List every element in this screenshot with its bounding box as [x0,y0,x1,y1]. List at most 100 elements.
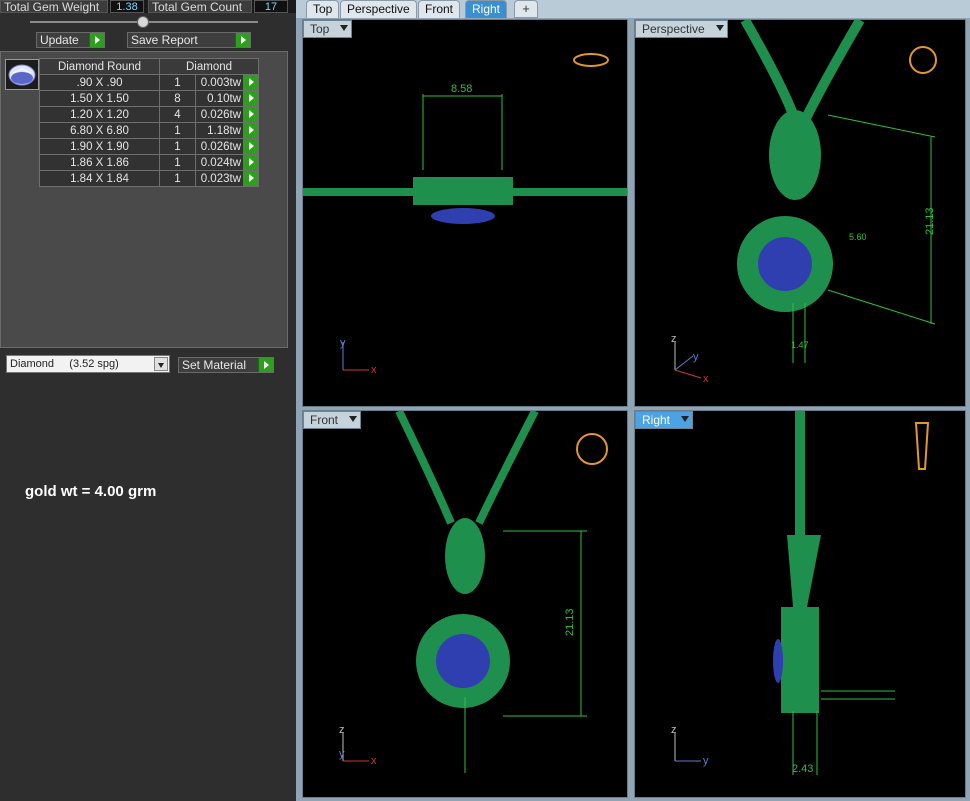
viewport-right[interactable]: 2.43 z y Right [634,410,966,798]
view-tab-bar: Top Perspective Front Right + [296,0,970,18]
gem-report-panel: Total Gem Weight 1.38 Total Gem Count 17… [0,0,296,801]
right-view-canvas: 2.43 z y [671,411,930,775]
chain-shape [395,411,455,525]
axis-y-line [674,355,694,371]
row-go-arrow-icon[interactable] [243,74,259,91]
play-arrow-icon [258,358,273,372]
add-tab-button[interactable]: + [514,0,538,18]
gem-weight-cell: 1.18tw [195,122,244,139]
axis-x-label: x [371,364,377,376]
gem-size-cell: 1.90 X 1.90 [39,138,160,155]
round-gem-icon[interactable] [5,59,39,90]
viewport-top-title: Top [310,22,330,36]
axis-x-label: x [371,755,377,767]
axis-y-label: y [340,337,346,349]
front-view-canvas: 21.13 z y x [339,411,608,773]
material-select-value: Diamond (3.52 spg) [10,358,119,370]
column-header-shape: Diamond Round [39,58,160,75]
dimension-line [827,289,936,325]
table-row[interactable]: 1.86 X 1.86 1 0.024tw [39,154,259,171]
plus-icon: + [522,1,530,16]
gemstone-shape [758,237,812,291]
row-go-arrow-icon[interactable] [243,138,259,155]
panel-slider-handle[interactable] [137,16,149,28]
ring-icon [909,46,937,74]
tab-perspective[interactable]: Perspective [340,0,417,18]
gem-count-cell: 8 [159,90,196,107]
total-gem-count-label: Total Gem Count [148,0,252,13]
gem-size-cell: 1.86 X 1.86 [39,154,160,171]
viewport-top-label[interactable]: Top [303,20,353,38]
front-dimension-label: 21.13 [564,608,576,636]
total-gem-count-value: 17 [254,0,288,13]
viewport-perspective-label[interactable]: Perspective [635,20,728,38]
gem-stats-bar: Total Gem Weight 1.38 Total Gem Count 17 [0,0,296,13]
set-material-button[interactable]: Set Material [178,357,274,373]
gem-weight-cell: 0.023tw [195,170,244,187]
pendant-side-shape [781,607,819,713]
bail-shape [445,518,485,594]
chevron-down-icon[interactable] [340,25,349,31]
row-go-arrow-icon[interactable] [243,154,259,171]
gem-weight-cell: 0.10tw [195,90,244,107]
gemstone-shape [773,639,783,683]
ring-icon [576,433,608,465]
row-go-arrow-icon[interactable] [243,90,259,107]
perspective-dimension-b: 5.60 [849,232,867,242]
gold-weight-note: gold wt = 4.00 grm [25,483,157,500]
gem-weight-cell: 0.003tw [195,74,244,91]
viewport-right-label[interactable]: Right [635,411,694,429]
table-row[interactable]: 1.20 X 1.20 4 0.026tw [39,106,259,123]
viewport-front-label[interactable]: Front [303,411,362,429]
chain-shape [475,411,539,525]
save-report-button-label: Save Report [131,33,198,47]
table-row[interactable]: 1.90 X 1.90 1 0.026tw [39,138,259,155]
total-gem-weight-value: 1.38 [110,0,144,13]
gem-table: Diamond Round Diamond .90 X .90 1 0.003tw 1… [39,58,259,187]
row-go-arrow-icon[interactable] [243,106,259,123]
axis-z-label: z [339,724,345,736]
chevron-down-icon[interactable] [715,25,724,31]
row-go-arrow-icon[interactable] [243,122,259,139]
table-row[interactable]: 6.80 X 6.80 1 1.18tw [39,122,259,139]
gem-size-cell: 1.50 X 1.50 [39,90,160,107]
perspective-dimension-c: 1.47 [791,340,809,350]
chevron-down-icon[interactable] [349,416,358,422]
viewport-top[interactable]: 8.58 y x Top [302,19,628,407]
ring-side-icon [914,422,930,470]
table-row[interactable]: 1.84 X 1.84 1 0.023tw [39,170,259,187]
viewport-front[interactable]: 21.13 z y x Front [302,410,628,798]
tab-front[interactable]: Front [418,0,461,18]
play-arrow-icon [235,33,250,47]
axis-y-label: y [703,755,709,767]
gemstone-shape [431,208,495,224]
set-material-button-label: Set Material [182,358,247,372]
gem-count-cell: 1 [159,154,196,171]
axis-y-label: y [693,351,699,363]
row-go-arrow-icon[interactable] [243,170,259,187]
right-dimension-label: 2.43 [792,763,813,775]
viewport-right-title: Right [642,413,671,427]
axis-z-label: z [671,724,677,736]
gem-size-cell: 6.80 X 6.80 [39,122,160,139]
viewport-area: Top Perspective Front Right + 8.58 y x T… [296,0,970,801]
viewport-perspective[interactable]: 21.13 5.60 1.47 z x y Perspective [634,19,966,407]
update-button-label: Update [40,33,79,47]
tab-top[interactable]: Top [306,0,340,18]
gem-weight-cell: 0.026tw [195,106,244,123]
gem-count-cell: 4 [159,106,196,123]
table-row[interactable]: .90 X .90 1 0.003tw [39,74,259,91]
axis-z-label: z [671,333,677,345]
gemstone-shape [436,634,490,688]
chevron-down-icon[interactable] [681,416,690,422]
dimension-line [827,114,936,138]
chevron-down-icon[interactable] [154,357,168,371]
chain-shape [740,20,800,122]
update-button[interactable]: Update [36,32,105,48]
material-select[interactable]: Diamond (3.52 spg) [6,355,170,373]
perspective-dimension-a: 21.13 [924,207,936,235]
axis-y-label: y [339,748,345,760]
save-report-button[interactable]: Save Report [127,32,251,48]
table-row[interactable]: 1.50 X 1.50 8 0.10tw [39,90,259,107]
tab-right[interactable]: Right [465,0,508,18]
